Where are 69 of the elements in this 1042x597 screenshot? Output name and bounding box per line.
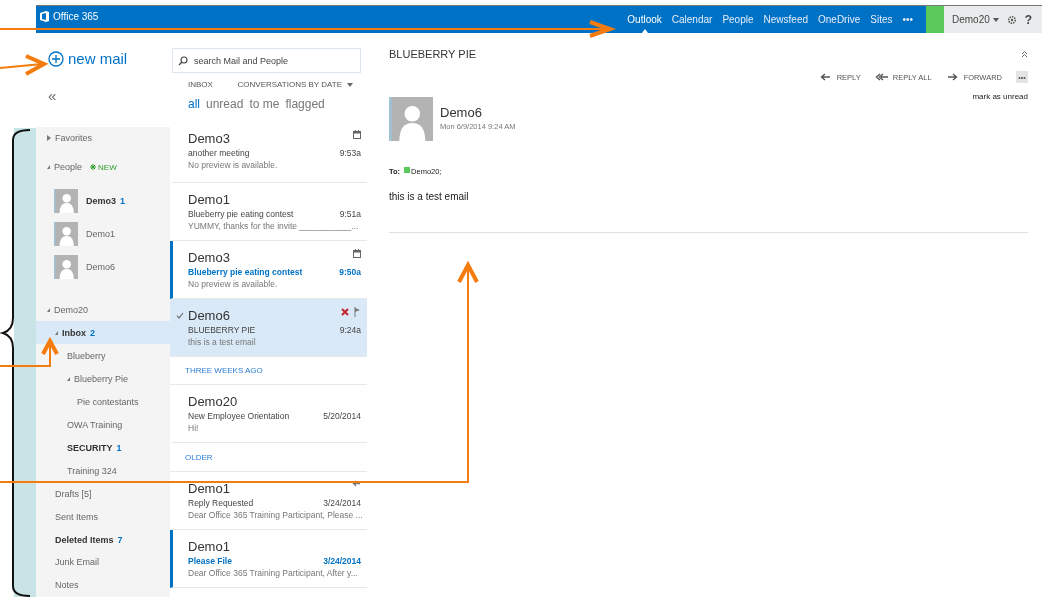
star-icon (90, 164, 97, 171)
search-field[interactable]: search Mail and People (172, 48, 361, 73)
folder-item[interactable]: Deleted Items 7 (55, 534, 123, 545)
collapse-button[interactable]: « (48, 87, 57, 104)
folder-item[interactable]: Blueberry (67, 350, 106, 361)
message-item[interactable]: Demo6 BLUEBERRY PIE 9:24a this is a test email (170, 299, 367, 357)
message-title: BLUEBERRY PIE (389, 48, 477, 60)
folder-label: INBOX (188, 79, 213, 91)
folder-item[interactable]: Junk Email (55, 557, 99, 568)
help-button[interactable]: ? (1024, 12, 1033, 27)
contact-item[interactable]: Demo1 (86, 229, 115, 240)
avatar-icon (389, 97, 433, 141)
folder-item[interactable]: Sent Items (55, 511, 99, 522)
calendar-icon (353, 130, 361, 139)
settings-icon[interactable] (1006, 14, 1017, 25)
new-label: NEW (90, 162, 117, 172)
sender-name: Demo6 (440, 105, 483, 120)
new-mail-button[interactable]: new mail (48, 50, 128, 67)
plus-icon (48, 50, 64, 67)
filter-tab[interactable]: unread (206, 97, 244, 112)
flag-icon[interactable] (354, 307, 361, 317)
calendar-icon (353, 249, 361, 258)
top-nav-link[interactable]: Newsfeed (758, 6, 813, 33)
avatar-icon (54, 222, 78, 247)
contact-item[interactable]: Demo3 1 (86, 196, 126, 207)
top-nav-link[interactable]: Outlook (622, 6, 667, 33)
arrow-icon (874, 72, 889, 82)
avatar-icon (54, 255, 78, 280)
sort-dropdown[interactable]: CONVERSATIONS BY DATE (237, 78, 353, 91)
group-header: THREE WEEKS AGO (185, 366, 263, 375)
arrow-icon (818, 72, 833, 82)
folder-item[interactable]: Inbox 2 (62, 327, 95, 338)
folder-item[interactable]: SECURITY 1 (67, 442, 122, 453)
annotation-arrow (0, 54, 49, 76)
status-tile (926, 6, 944, 33)
top-nav-link[interactable]: OneDrive (813, 6, 866, 33)
top-nav-link[interactable]: Calendar (666, 6, 718, 33)
folder-item[interactable]: Notes (55, 580, 79, 591)
favorites-item[interactable]: Favorites (55, 133, 92, 144)
folder-item[interactable]: Drafts [5] (55, 488, 92, 499)
more-button[interactable]: ••• (897, 6, 918, 33)
folder-item[interactable]: OWA Training (67, 419, 123, 430)
user-menu[interactable]: Demo20 (952, 14, 999, 25)
folder-item[interactable]: Training 324 (67, 465, 117, 476)
search-icon (178, 56, 188, 66)
top-nav-link[interactable]: People (717, 6, 759, 33)
delete-icon[interactable] (341, 308, 349, 316)
folder-item[interactable]: Demo20 (54, 305, 89, 315)
people-item[interactable]: People (54, 162, 83, 173)
filter-tab[interactable]: flagged (285, 97, 325, 112)
arrow-icon (945, 72, 960, 82)
filter-tab[interactable]: all (188, 97, 200, 112)
collapse-up-icon[interactable] (1021, 50, 1028, 58)
caret-icon (992, 17, 999, 22)
contact-item[interactable]: Demo6 (86, 262, 115, 273)
folder-item[interactable]: Blueberry Pie (74, 373, 129, 384)
mark-unread-link[interactable]: mark as unread (972, 92, 1028, 101)
folder-item[interactable]: Pie contestants (77, 396, 139, 407)
brand-logo[interactable]: Office 365 (40, 11, 99, 22)
filter-tab[interactable]: to me (249, 97, 280, 112)
top-nav-link[interactable]: Sites (865, 6, 898, 33)
caret-icon (347, 82, 353, 87)
avatar-icon (54, 189, 78, 214)
message-item[interactable]: Demo3 Blueberry pie eating contest 9:50a No preview is available. (170, 241, 367, 299)
check-icon (176, 312, 184, 319)
logo-icon (40, 11, 49, 22)
group-header: OLDER (185, 452, 213, 462)
message-body: this is a test email (389, 191, 470, 202)
message-item[interactable]: Demo1 Please File 3/24/2014 Dear Office 365 Training Participant, After y... (170, 530, 367, 588)
